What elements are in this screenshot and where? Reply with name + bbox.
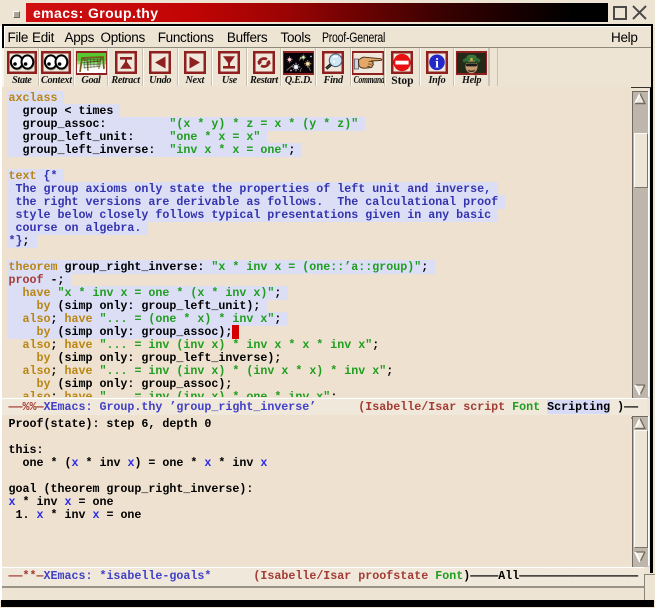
svg-text:i: i bbox=[435, 55, 439, 70]
